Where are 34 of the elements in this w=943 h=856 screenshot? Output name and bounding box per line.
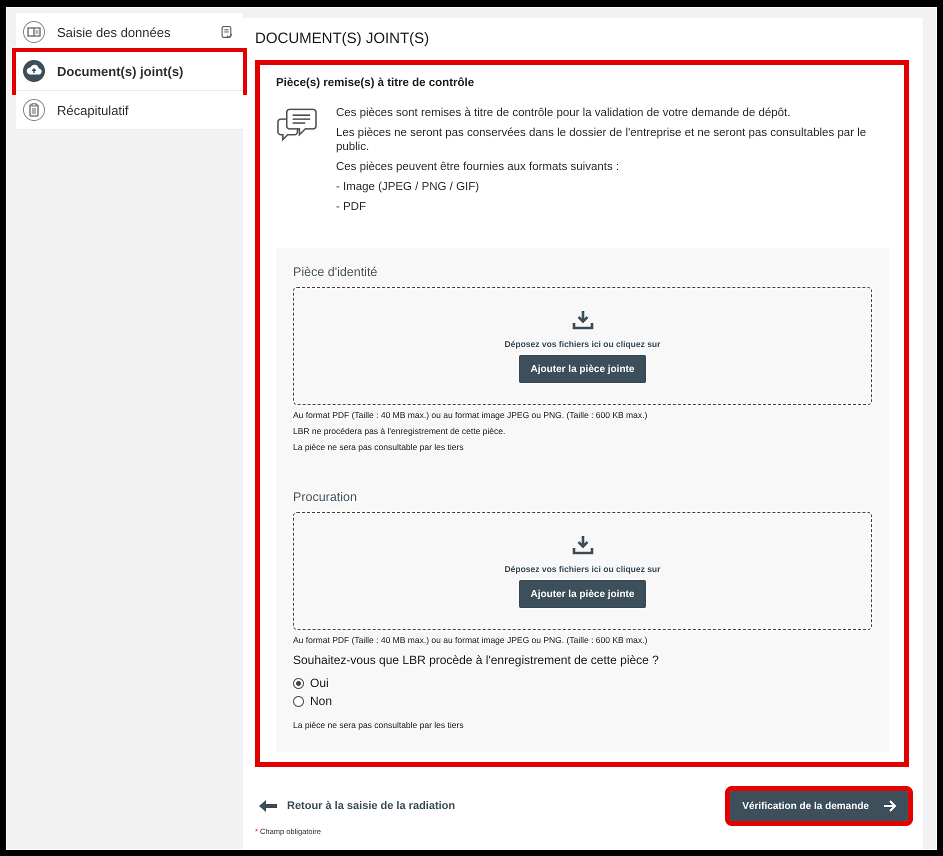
section-title: Pièce(s) remise(s) à titre de contrôle <box>276 77 476 89</box>
radio-button[interactable] <box>293 696 304 706</box>
arrow-right-icon <box>883 799 896 813</box>
info-text: Les pièces ne seront pas conservées dans le dossier de l'entreprise et ne seront pas consultables par le public. <box>336 126 868 154</box>
add-attachment-button[interactable]: Ajouter la pièce jointe <box>518 355 646 383</box>
download-icon <box>572 309 594 330</box>
radio-option[interactable]: Non <box>293 694 872 708</box>
radio-option[interactable]: Oui <box>293 676 872 690</box>
back-link[interactable]: Retour à la saisie de la radiation <box>259 799 456 813</box>
page-title: DOCUMENT(S) JOINT(S) <box>255 30 430 47</box>
note-check-icon <box>221 26 233 38</box>
field-label: Pièce d'identité <box>293 265 378 279</box>
format-note: Au format PDF (Taille : 40 MB max.) ou au format image JPEG ou PNG. (Taille : 600 KB max.) <box>293 635 648 645</box>
info-text: Ces pièces sont remises à titre de contrôle pour la validation de votre demande de dépôt. <box>336 106 792 120</box>
info-note: LBR ne procédera pas à l'enregistrement de cette pièce. <box>293 426 506 436</box>
download-icon <box>572 534 594 555</box>
drop-instruction: Déposez vos fichiers ici ou cliquez sur <box>504 564 660 574</box>
info-note: La pièce ne sera pas consultable par les tiers <box>293 720 465 730</box>
drop-instruction: Déposez vos fichiers ici ou cliquez sur <box>504 339 660 349</box>
info-text: - Image (JPEG / PNG / GIF) <box>336 180 480 194</box>
question-text: Souhaitez-vous que LBR procède à l'enregistrement de cette pièce ? <box>293 653 660 667</box>
speech-bubbles-icon <box>276 106 319 142</box>
field-label: Procuration <box>293 490 358 504</box>
info-text: - PDF <box>336 200 367 214</box>
verify-request-button[interactable]: Vérification de la demande <box>730 791 908 821</box>
info-text: Ces pièces peuvent être fournies aux formats suivants : <box>336 160 620 174</box>
info-note: La pièce ne sera pas consultable par les tiers <box>293 442 465 452</box>
radio-button[interactable] <box>293 678 304 688</box>
drop-zone[interactable]: Déposez vos fichiers ici ou cliquez sur Ajouter la pièce jointe <box>293 512 872 630</box>
add-attachment-button[interactable]: Ajouter la pièce jointe <box>518 580 646 608</box>
arrow-left-icon <box>259 799 277 813</box>
sidebar-item[interactable]: Récapitulatif <box>16 91 243 130</box>
format-note: Au format PDF (Taille : 40 MB max.) ou au format image JPEG ou PNG. (Taille : 600 KB max.) <box>293 410 648 420</box>
drop-zone[interactable]: Déposez vos fichiers ici ou cliquez sur Ajouter la pièce jointe <box>293 287 872 405</box>
